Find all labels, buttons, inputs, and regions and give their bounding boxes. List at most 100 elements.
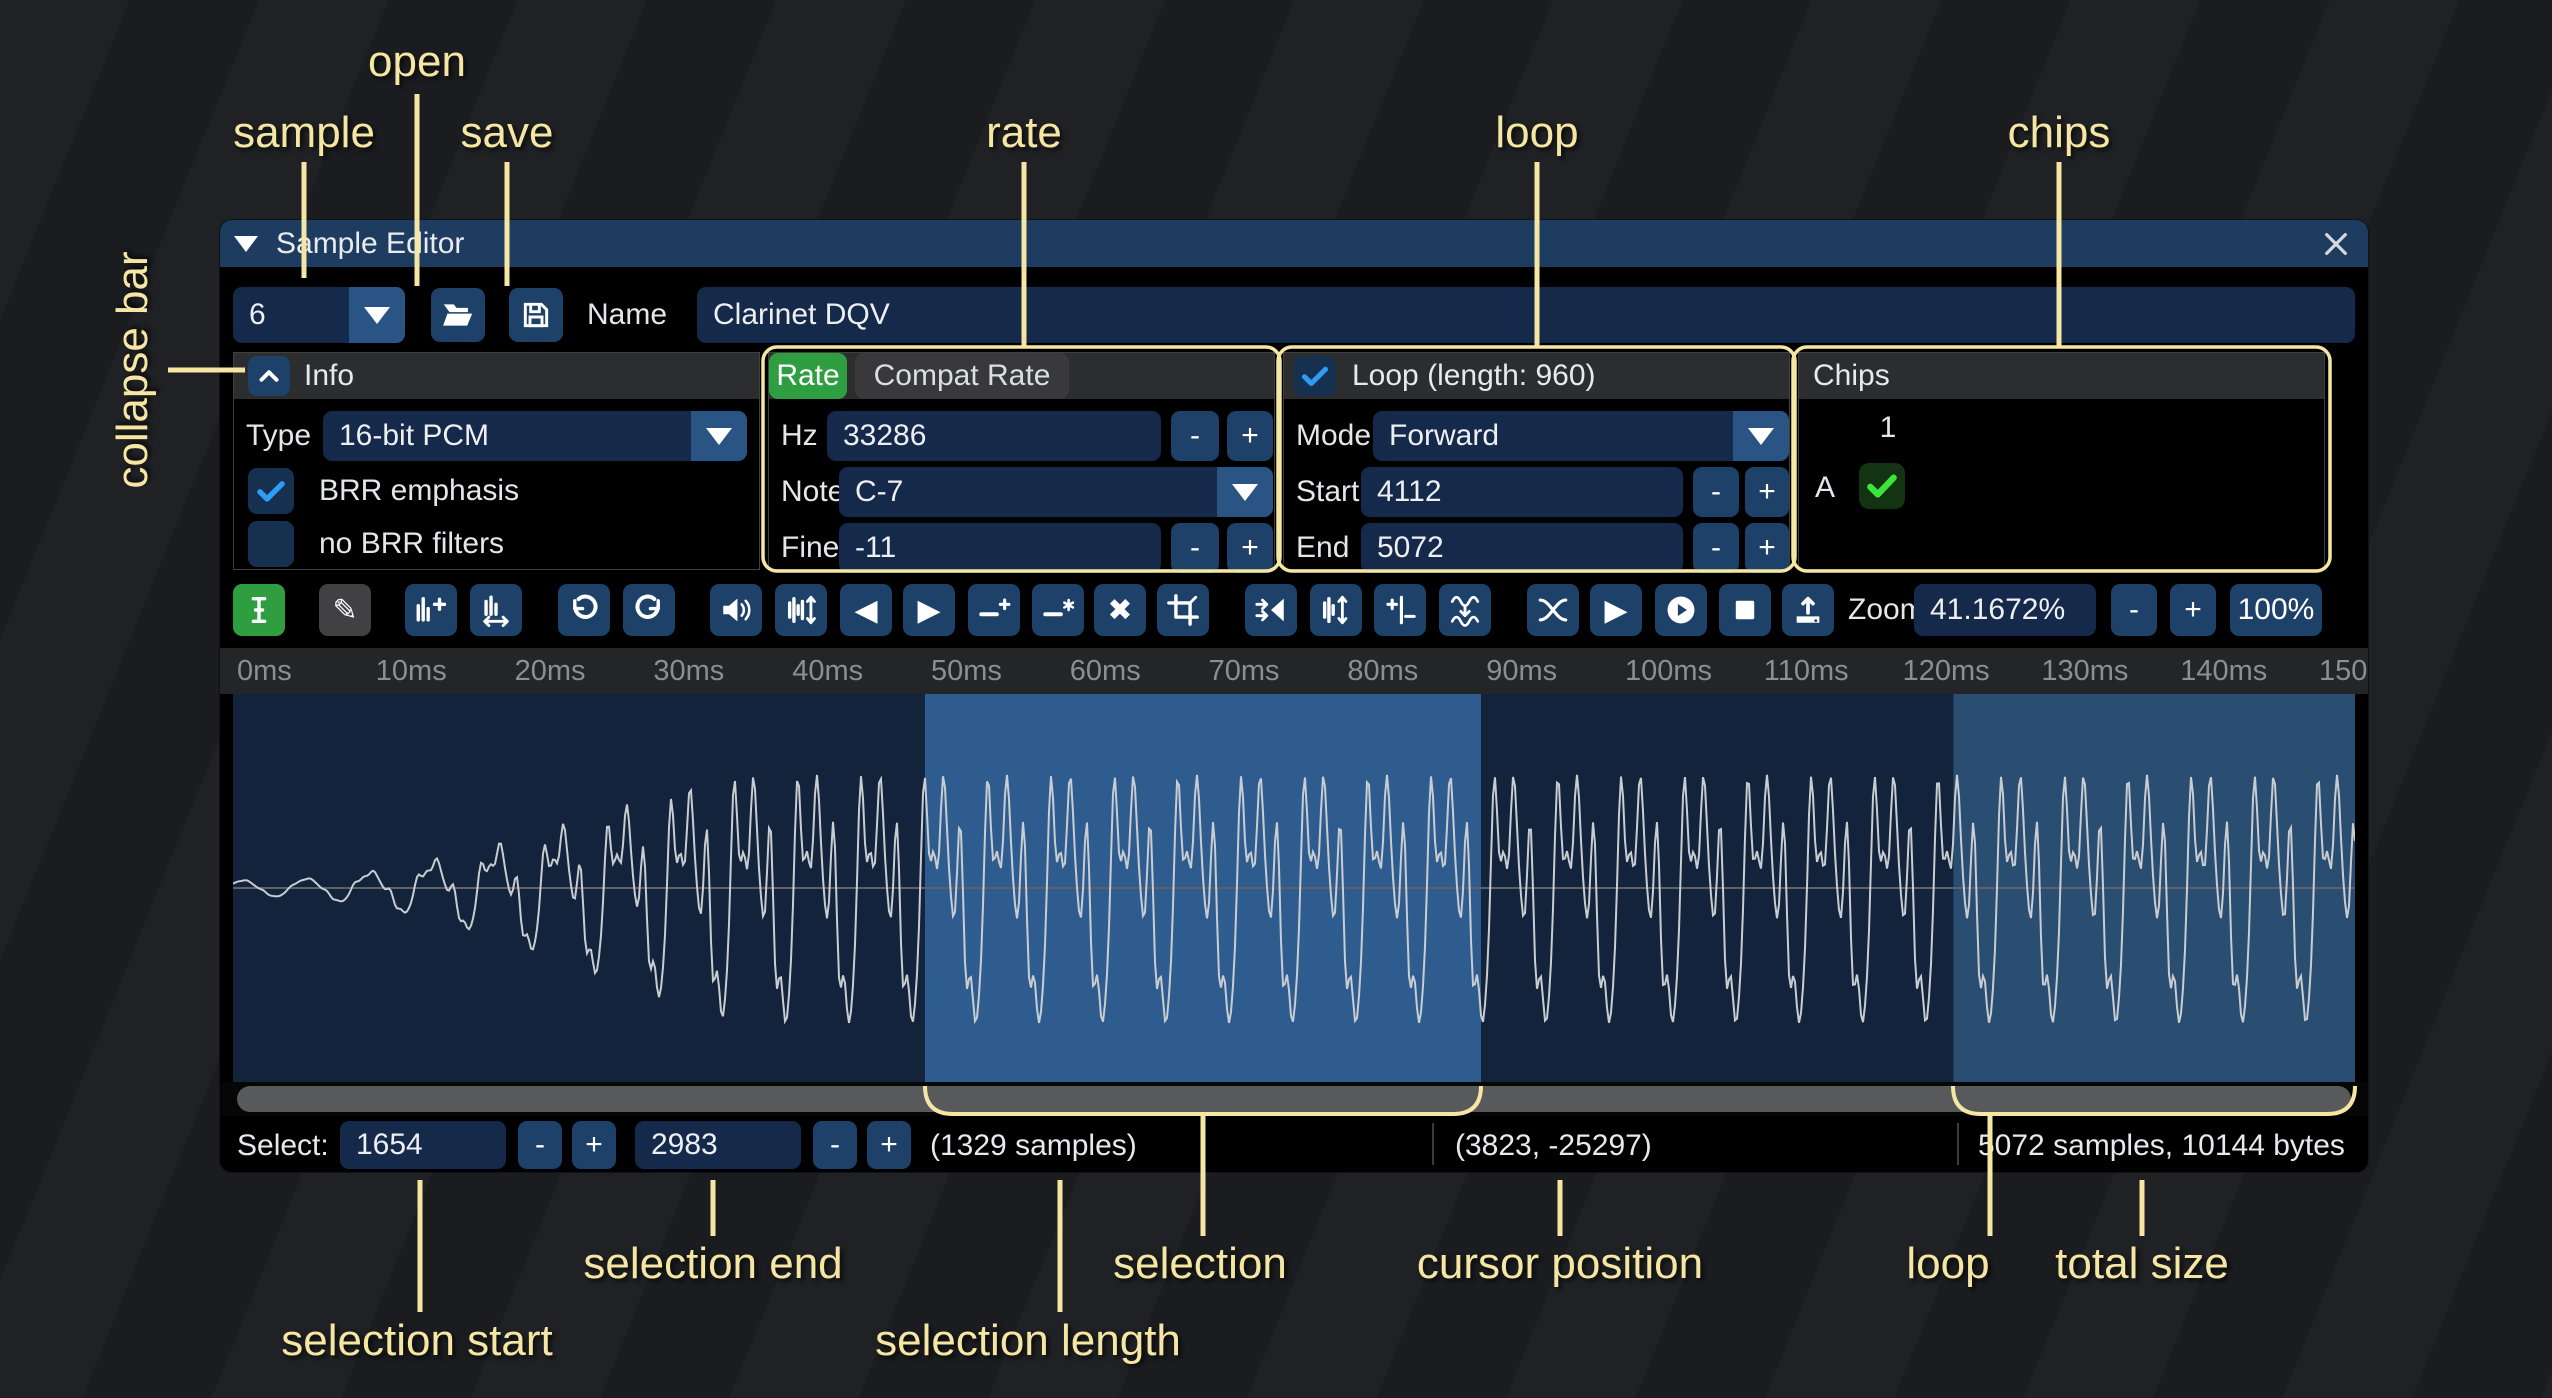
selection-start-field[interactable]: 1654 (340, 1121, 506, 1169)
save-button[interactable] (509, 288, 563, 342)
hz-field[interactable]: 33286 (827, 411, 1161, 461)
chevron-down-icon[interactable] (349, 287, 405, 343)
fine-minus-button[interactable]: - (1171, 523, 1219, 573)
annotation-loop-bottom: loop (1906, 1239, 1989, 1289)
scrollbar-track[interactable] (220, 1082, 2368, 1116)
play-icon: ▶ (1604, 593, 1627, 628)
name-field[interactable]: Clarinet DQV (697, 287, 2355, 343)
sample-select[interactable]: 6 (233, 287, 405, 343)
open-button[interactable] (431, 288, 485, 342)
annotation-sample: sample (233, 108, 375, 158)
zoom-field[interactable]: 41.1672% (1914, 584, 2096, 636)
scrollbar-thumb[interactable] (237, 1086, 2351, 1112)
loop-end-minus-button[interactable]: - (1693, 523, 1739, 573)
invert-button[interactable] (1310, 584, 1362, 636)
signinvert-icon (1383, 593, 1417, 627)
edit-mode-draw-button[interactable]: ✎ (319, 584, 371, 636)
chip-a-checkbox[interactable] (1859, 463, 1905, 509)
zoom-plus-button[interactable]: + (2170, 584, 2216, 636)
filter-button[interactable] (1439, 584, 1491, 636)
reverse-button[interactable] (1245, 584, 1297, 636)
chevron-down-icon[interactable] (1217, 467, 1273, 517)
type-select[interactable]: 16-bit PCM (323, 411, 747, 461)
preview-loop-button[interactable] (1655, 584, 1707, 636)
loop-checkbox[interactable] (1294, 356, 1336, 396)
tab-compat-rate[interactable]: Compat Rate (855, 353, 1069, 399)
loop-end-field[interactable]: 5072 (1361, 523, 1683, 573)
timeline-tick-label: 30ms (653, 655, 724, 688)
close-icon[interactable] (2320, 228, 2352, 260)
zoom-minus-button[interactable]: - (2111, 584, 2157, 636)
timeline-ruler[interactable]: 0ms10ms20ms30ms40ms50ms60ms70ms80ms90ms1… (220, 648, 2368, 694)
preview-button[interactable]: ▶ (1590, 584, 1642, 636)
chips-panel: Chips 1 A (1798, 352, 2325, 570)
timeline-tick-label: 120ms (1903, 655, 1990, 688)
title-bar: Sample Editor (220, 220, 2368, 267)
resample-button[interactable] (470, 584, 522, 636)
timeline-tick-label: 90ms (1486, 655, 1557, 688)
loop-panel-title: Loop (length: 960) (1352, 359, 1596, 393)
resize-button[interactable] (405, 584, 457, 636)
chevron-down-icon[interactable] (691, 411, 747, 461)
silencestar-icon (1041, 593, 1075, 627)
fade-out-button[interactable]: ▶ (903, 584, 955, 636)
sign-invert-button[interactable] (1374, 584, 1426, 636)
annotation-selection-length: selection length (875, 1316, 1181, 1366)
no-brr-filters-checkbox[interactable] (248, 521, 294, 567)
loop-start-minus-button[interactable]: - (1693, 467, 1739, 517)
hz-minus-button[interactable]: - (1171, 411, 1219, 461)
fine-field[interactable]: -11 (839, 523, 1161, 573)
chevron-down-icon[interactable] (1733, 411, 1789, 461)
edit-mode-select-button[interactable] (233, 584, 285, 636)
fine-plus-button[interactable]: + (1227, 523, 1273, 573)
annotation-cursor-position: cursor position (1417, 1239, 1703, 1289)
annotation-loop-top: loop (1495, 108, 1578, 158)
rate-panel: Rate Compat Rate Hz 33286 - + Note C-7 F… (768, 352, 1275, 570)
annotation-open: open (368, 37, 466, 87)
status-divider (1432, 1123, 1434, 1165)
circleplay-icon (1664, 593, 1698, 627)
collapse-bar-button[interactable] (248, 356, 290, 396)
selection-start-plus-button[interactable]: + (572, 1121, 616, 1169)
delete-icon: ✖ (1107, 593, 1132, 628)
loop-start-field[interactable]: 4112 (1361, 467, 1683, 517)
hz-plus-button[interactable]: + (1227, 411, 1273, 461)
brr-emphasis-checkbox[interactable] (248, 468, 294, 514)
timeline-tick-label: 70ms (1209, 655, 1280, 688)
amplify-button[interactable] (710, 584, 762, 636)
selection-end-plus-button[interactable]: + (867, 1121, 911, 1169)
timeline-tick-label: 60ms (1070, 655, 1141, 688)
pencil-icon: ✎ (332, 593, 357, 628)
zoom-reset-button[interactable]: 100% (2230, 584, 2322, 636)
selection-start-minus-button[interactable]: - (518, 1121, 562, 1169)
selection-end-field[interactable]: 2983 (635, 1121, 801, 1169)
waveform-display[interactable] (233, 694, 2355, 1082)
redo-button[interactable] (623, 584, 675, 636)
timeline-tick-label: 100ms (1625, 655, 1712, 688)
stop-button[interactable] (1719, 584, 1771, 636)
note-select[interactable]: C-7 (839, 467, 1273, 517)
loop-mode-select[interactable]: Forward (1373, 411, 1789, 461)
crossfade-button[interactable] (1527, 584, 1579, 636)
insert-silence-button[interactable] (968, 584, 1020, 636)
timeline-tick-label: 80ms (1347, 655, 1418, 688)
info-panel: Info Type 16-bit PCM BRR emphasis no BRR… (233, 352, 760, 570)
timeline-tick-label: 0ms (237, 655, 292, 688)
apply-silence-button[interactable] (1032, 584, 1084, 636)
normalize-button[interactable] (775, 584, 827, 636)
chips-row-label: A (1815, 465, 1835, 511)
loop-start-plus-button[interactable]: + (1745, 467, 1789, 517)
timeline-tick-label: 130ms (2041, 655, 2128, 688)
delete-button[interactable]: ✖ (1094, 584, 1146, 636)
stop-icon (1728, 593, 1762, 627)
selection-end-minus-button[interactable]: - (813, 1121, 857, 1169)
annotation-selection-start: selection start (281, 1316, 552, 1366)
tab-rate[interactable]: Rate (769, 353, 847, 399)
undo-button[interactable] (558, 584, 610, 636)
status-divider (1957, 1123, 1959, 1165)
window-collapse-icon[interactable] (234, 236, 258, 252)
trim-button[interactable] (1157, 584, 1209, 636)
fade-in-button[interactable]: ◀ (840, 584, 892, 636)
upload-button[interactable] (1782, 584, 1834, 636)
loop-end-plus-button[interactable]: + (1745, 523, 1789, 573)
